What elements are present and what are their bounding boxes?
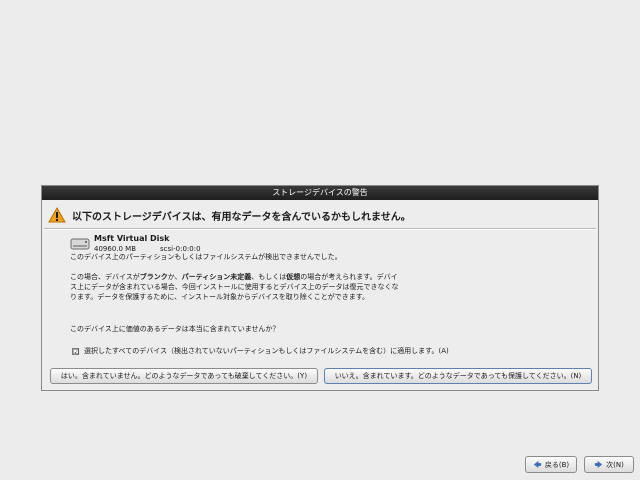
dialog-header: 以下のストレージデバイスは、有用なデータを含んでいるかもしれません。 (48, 204, 590, 226)
apply-all-checkbox[interactable]: ☑ (72, 347, 79, 355)
back-label[interactable]: 戻る(B) (545, 460, 569, 470)
dialog-title: ストレージデバイスの警告 (42, 186, 598, 200)
arrow-right-icon (595, 460, 603, 469)
hard-disk-icon (70, 238, 90, 250)
apply-all-option[interactable]: ☑ 選択したすべてのデバイス（検出されていないパーティションもしくはファイルシス… (72, 345, 449, 357)
detection-message: このデバイス上のパーティションもしくはファイルシステムが検出できませんでした。 (70, 253, 342, 261)
apply-all-label[interactable]: 選択したすべてのデバイス（検出されていないパーティションもしくはファイルシステム… (84, 346, 449, 356)
warning-icon (48, 207, 66, 223)
explanation-text: か、 (167, 273, 182, 281)
divider (44, 228, 596, 230)
blank-term: ブランク (139, 273, 168, 281)
arrow-left-icon (533, 460, 541, 469)
device-name: Msft Virtual Disk (94, 234, 170, 243)
back-button[interactable]: 戻る(B) (525, 456, 577, 473)
discard-data-button[interactable]: はい。含まれていません。どのようなデータであっても破棄してください。(Y) (50, 368, 318, 384)
storage-warning-dialog: ストレージデバイスの警告 以下のストレージデバイスは、有用なデータを含んでいるか… (41, 185, 599, 391)
keep-data-button[interactable]: いいえ。含まれています。どのようなデータであっても保護してください。(N) (324, 368, 592, 384)
explanation-text: 、もしくは (251, 273, 287, 281)
explanation-message: この場合、デバイスがブランクか、パーティション未定義、もしくは仮想の場合が考えら… (70, 272, 400, 302)
explanation-text: この場合、デバイスが (70, 273, 140, 281)
dialog-headline: 以下のストレージデバイスは、有用なデータを含んでいるかもしれません。 (72, 211, 411, 223)
confirmation-question: このデバイス上に価値のあるデータは本当に含まれていませんか？ (70, 325, 280, 333)
unpartitioned-term: パーティション未定義 (181, 273, 252, 281)
next-button[interactable]: 次(N) (584, 456, 634, 473)
next-label[interactable]: 次(N) (606, 460, 624, 470)
virtual-term: 仮想 (286, 273, 301, 281)
